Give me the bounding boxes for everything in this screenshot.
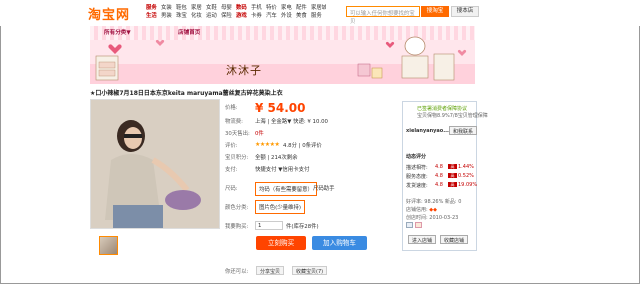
higher-badge: 高 (448, 182, 457, 187)
nav-link[interactable]: 特价 (266, 3, 281, 11)
badge-icon (414, 222, 422, 228)
rating-change-value: 19.09% (458, 182, 478, 188)
shop-name: 沐沐子 (226, 64, 262, 77)
nav-link[interactable]: 保险 (221, 11, 236, 19)
shipping-value[interactable]: 上海 | 全金路▼ 快递: ¥ 10.00 (255, 117, 328, 125)
nav-link[interactable]: 家居城 (311, 3, 326, 11)
size-label: 尺码: (225, 186, 238, 192)
guarantee-text[interactable]: 已签署消费者保障协议 (417, 105, 467, 112)
dresser-decoration (95, 55, 119, 81)
search-shop-button[interactable]: 搜本店 (451, 6, 479, 17)
color-label: 颜色分类: (225, 205, 249, 211)
nav-link[interactable]: 卡券 (251, 11, 266, 19)
nav-link[interactable]: 美食 (296, 11, 311, 19)
nav-link[interactable]: 汽车 (266, 11, 281, 19)
nav-link[interactable]: 家电 (281, 3, 296, 11)
rating-row-label: 描述相符: (406, 165, 428, 171)
banner-decoration (95, 36, 467, 81)
mirror-decoration (401, 36, 455, 81)
buy-now-button[interactable]: 立刻购买 (256, 236, 306, 250)
search-input[interactable]: 可以输入任何你想要找的宝贝 (346, 6, 420, 25)
nav-link[interactable]: 游戏 (236, 11, 251, 19)
nav-link[interactable]: 女鞋 (206, 3, 221, 11)
favorite-item-button[interactable]: 收藏宝贝(7) (292, 266, 328, 275)
rating-row-score: 4.8 (435, 173, 443, 179)
shipping-label: 物流费: (225, 119, 243, 125)
nav-link[interactable]: 母婴 (221, 3, 236, 11)
nav-link[interactable]: 鞋包 (176, 3, 191, 11)
product-price: ¥ 54.00 (255, 101, 306, 115)
nav-link[interactable]: 生活 (146, 11, 161, 19)
rating-value[interactable]: 4.8分 | 0条评价 (283, 141, 322, 149)
product-title: ★口小辣椒7月18日日本东京keita maruyama蕾丝复古碎花莫染上衣 (90, 90, 283, 97)
nav-link[interactable]: 手机 (251, 3, 266, 11)
sales-label: 30天售出: (225, 131, 250, 137)
rating-row-score: 4.8 (435, 164, 443, 170)
taobao-logo[interactable]: 淘宝网 (88, 4, 130, 23)
stock-text: 件(库存28件) (286, 224, 319, 230)
favorite-shop-button[interactable]: 收藏店铺 (440, 235, 469, 244)
dynamic-rating-title: 动态评分 (406, 154, 427, 160)
rating-row-score: 4.8 (435, 182, 443, 188)
color-option[interactable]: 图片色(少量维持) (255, 200, 305, 214)
good-rate: 好评率: 98.26% 新品: 0 (406, 199, 462, 205)
rating-row-label: 发货速度: (406, 183, 428, 189)
guarantee-subtext: 宝贝保物8.9%7/8宝贝管理保障 (417, 113, 488, 119)
share-label: 你还可以: (225, 269, 249, 275)
shop-credit: 店铺信用: ◆◆ (406, 206, 437, 213)
shop-since: 创店时间: 2010-03-23 (406, 215, 459, 221)
higher-badge: 高 (448, 173, 457, 178)
nav-link[interactable]: 男装 (161, 11, 176, 19)
higher-badge: 高 (448, 164, 457, 169)
rating-row-change: 高 0.52% (448, 173, 474, 179)
nav-link[interactable]: 服务 (146, 3, 161, 11)
rating-row-label: 服务态度: (406, 174, 428, 180)
nav-link[interactable]: 珠宝 (176, 11, 191, 19)
nav-link[interactable]: 服务 (311, 11, 326, 19)
all-categories-menu[interactable]: 所有分类▼ (104, 28, 131, 36)
quantity-label: 我要购买: (225, 224, 249, 230)
size-help-link[interactable]: 尺码助手 (313, 184, 335, 192)
service-icons (406, 222, 422, 229)
nav-link[interactable]: 数码 (236, 3, 251, 11)
rating-row-change: 高 19.09% (448, 182, 477, 188)
enter-shop-button[interactable]: 进入店铺 (408, 235, 437, 244)
points-label: 宝贝积分: (225, 155, 249, 161)
nav-link[interactable]: 化妆 (191, 11, 206, 19)
contact-seller-button[interactable]: 和我联系 (449, 126, 478, 135)
shop-banner: 所有分类▼ 店铺首页 沐沐子 (90, 26, 475, 84)
sales-value: 0件 (255, 131, 264, 137)
size-option[interactable]: 均码（有些需要留意） (255, 182, 317, 196)
rating-label: 评价: (225, 143, 238, 149)
rating-change-value: 0.52% (458, 173, 474, 179)
nav-link[interactable]: 外设 (281, 11, 296, 19)
product-main-image (90, 99, 220, 229)
shop-home-link[interactable]: 店铺首页 (178, 28, 200, 36)
nav-link[interactable]: 配件 (296, 3, 311, 11)
share-item-button[interactable]: 分享宝贝 (256, 266, 285, 275)
rating-change-value: 1.44% (458, 164, 474, 170)
seller-info-panel: 已签署消费者保障协议 宝贝保物8.9%7/8宝贝管理保障 xielanyanya… (402, 101, 488, 251)
price-label: 价格: (225, 105, 238, 111)
seller-name[interactable]: xielanyanyao... (406, 128, 449, 134)
nav-link[interactable]: 家居 (191, 3, 206, 11)
diamond-icon: ◆◆ (429, 207, 437, 213)
add-to-cart-button[interactable]: 加入购物车 (312, 236, 367, 250)
gift-boxes-decoration (357, 63, 383, 79)
shield-icon (406, 222, 413, 228)
shop-credit-label: 店铺信用: (406, 207, 430, 213)
rating-row-change: 高 1.44% (448, 164, 474, 170)
payment-label: 支付: (225, 167, 238, 173)
nav-link[interactable]: 女装 (161, 3, 176, 11)
quantity-input[interactable]: 1 (255, 221, 283, 230)
payment-value[interactable]: 快捷支付 ▼信用卡支付 (255, 165, 309, 173)
top-header: 淘宝网 服务 女装 鞋包 家居 女鞋 母婴 数码 手机 特价 家电 配件 家居城… (0, 0, 640, 26)
product-thumbnail[interactable] (99, 236, 118, 255)
nav-link[interactable]: 运动 (206, 11, 221, 19)
category-nav-grid: 服务 女装 鞋包 家居 女鞋 母婴 数码 手机 特价 家电 配件 家居城 生活 … (146, 3, 326, 19)
rating-stars: ★★★★★ (255, 141, 280, 148)
model-photo (91, 100, 219, 228)
points-value: 全额 | 214次剩余 (255, 155, 298, 161)
search-taobao-button[interactable]: 搜淘宝 (421, 6, 449, 17)
